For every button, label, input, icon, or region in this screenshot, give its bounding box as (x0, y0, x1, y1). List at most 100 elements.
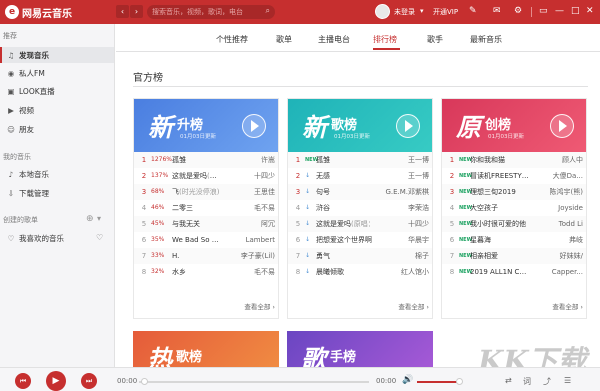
chart-banner[interactable]: 新升榜 01月03日更新 (134, 99, 278, 152)
artist-name[interactable]: 毛不易 (225, 264, 275, 280)
see-all-link[interactable]: 查看全部 › (398, 301, 429, 311)
login-dropdown-icon[interactable]: ▾ (420, 7, 424, 15)
next-track-button[interactable]: ⏭ (81, 373, 97, 389)
table-row[interactable]: 4 ↓ 浒谷 李荣浩 (288, 200, 432, 216)
sidebar-item-friends[interactable]: ☺ 朋友 (0, 121, 114, 137)
song-title[interactable]: 理想三旬2019 (470, 184, 530, 200)
artist-name[interactable]: 王一博 (379, 168, 429, 184)
table-row[interactable]: 7 NEW 相亲相爱 好妹妹/ (442, 248, 586, 264)
table-row[interactable]: 1 NEW 孤雏 王一博 (288, 152, 432, 168)
play-mode-icon[interactable]: ⇄ (505, 376, 512, 385)
table-row[interactable]: 2 NEW 冒读机FREESTYLE 大傻Da... (442, 168, 586, 184)
table-row[interactable]: 3 NEW 理想三旬2019 陈鸿宇(熊) (442, 184, 586, 200)
volume-handle[interactable] (456, 378, 463, 385)
song-title[interactable]: 孤雏 (172, 152, 222, 168)
back-button[interactable]: ‹ (116, 5, 129, 18)
heartbeat-mode-icon[interactable]: ♡ (96, 233, 103, 242)
song-title[interactable]: 这就是爱吗(原唱：林俊 (172, 168, 222, 184)
song-title[interactable]: We Bad So high (172, 232, 222, 248)
artist-name[interactable]: Joyside (533, 200, 583, 216)
forward-button[interactable]: › (130, 5, 143, 18)
song-title[interactable]: 飞(时光没停浪) (172, 184, 222, 200)
artist-name[interactable]: 弗岐 (533, 232, 583, 248)
previous-track-button[interactable]: ⏮ (15, 373, 31, 389)
table-row[interactable]: 6 ↓ 把想爱这个世界啊 华晨宇 (288, 232, 432, 248)
song-title[interactable]: 冒读机FREESTYLE (470, 168, 530, 184)
table-row[interactable]: 8 ↓ 晨曦倾歌 红人馆小 (288, 264, 432, 280)
playlist-icon[interactable]: ☰ (564, 376, 571, 385)
see-all-link[interactable]: 查看全部 › (552, 301, 583, 311)
table-row[interactable]: 1 1276% 孤雏 许嵩 (134, 152, 278, 168)
song-title[interactable]: 二零三 (172, 200, 222, 216)
table-row[interactable]: 2 137%这就是爱吗(原唱：林俊十四少 (134, 168, 278, 184)
table-row[interactable]: 5 NEW 我小时很可爱的他 Todd Li (442, 216, 586, 232)
artist-name[interactable]: 好妹妹/ (533, 248, 583, 264)
mail-icon[interactable]: ✉ (493, 5, 501, 18)
artist-name[interactable]: Capper... (533, 264, 583, 280)
artist-name[interactable]: 李荣浩 (379, 200, 429, 216)
table-row[interactable]: 7 ↓ 勇气 棉子 (288, 248, 432, 264)
song-title[interactable]: 勇气 (316, 248, 376, 264)
share-icon[interactable]: ⤴ (543, 376, 551, 387)
artist-name[interactable]: 华晨宇 (379, 232, 429, 248)
search-input[interactable] (152, 8, 260, 16)
table-row[interactable]: 3 ↓ 句号 G.E.M.邓紫棋 (288, 184, 432, 200)
table-row[interactable]: 7 33% H. 李子豪(Lil) (134, 248, 278, 264)
play-button[interactable]: ▶ (46, 371, 66, 391)
artist-name[interactable]: 十四少 (225, 168, 275, 184)
artist-name[interactable]: 许嵩 (225, 152, 275, 168)
song-title[interactable]: H. (172, 248, 222, 264)
song-title[interactable]: 与我无关 (172, 216, 222, 232)
tab-playlists[interactable]: 歌单 (276, 34, 292, 45)
artist-name[interactable]: 红人馆小 (379, 264, 429, 280)
song-title[interactable]: 晨曦倾歌 (316, 264, 376, 280)
add-playlist-icon[interactable]: ⊕ (86, 214, 94, 224)
sidebar-item-live[interactable]: ▣ LOOK直播 (0, 83, 114, 99)
song-title[interactable]: 水乡 (172, 264, 222, 280)
minimize-icon[interactable]: — (555, 5, 564, 18)
song-title[interactable]: 孤雏 (316, 152, 376, 168)
sidebar-item-discover[interactable]: ♫ 发现音乐 (0, 47, 114, 63)
artist-name[interactable]: Lambert (225, 232, 275, 248)
table-row[interactable]: 1 NEW 你和我和猫 顾人中 (442, 152, 586, 168)
table-row[interactable]: 6 35% We Bad So high Lambert (134, 232, 278, 248)
chart-card-partial[interactable]: 热歌榜 (133, 331, 279, 367)
progress-bar[interactable] (139, 381, 369, 383)
lyrics-icon[interactable]: 词 (523, 376, 531, 387)
mini-mode-icon[interactable]: ▭ (539, 5, 548, 18)
table-row[interactable]: 8 32% 水乡 毛不易 (134, 264, 278, 280)
tab-new-music[interactable]: 最新音乐 (470, 34, 502, 45)
song-title[interactable]: 你和我和猫 (470, 152, 530, 168)
progress-handle[interactable] (141, 378, 148, 385)
song-title[interactable]: 浒谷 (316, 200, 376, 216)
gear-icon[interactable]: ⚙ (514, 5, 522, 18)
table-row[interactable]: 6 NEW 星暮海 弗岐 (442, 232, 586, 248)
search-box[interactable]: ⌕ (147, 5, 275, 19)
see-all-link[interactable]: 查看全部 › (244, 301, 275, 311)
sidebar-item-video[interactable]: ▶ 视频 (0, 102, 114, 118)
tab-radio[interactable]: 主播电台 (318, 34, 350, 45)
vip-button[interactable]: 开通VIP (433, 7, 458, 17)
song-title[interactable]: 无感 (316, 168, 376, 184)
sidebar-item-fm[interactable]: ◉ 私人FM (0, 65, 114, 81)
login-link[interactable]: 未登录 (394, 7, 415, 17)
artist-name[interactable]: 王一博 (379, 152, 429, 168)
table-row[interactable]: 2 ↓ 无感 王一博 (288, 168, 432, 184)
artist-name[interactable]: 陈鸿宇(熊) (533, 184, 583, 200)
song-title[interactable]: 星暮海 (470, 232, 530, 248)
table-row[interactable]: 5 ↓ 这就是爱吗(原唱： 十四少 (288, 216, 432, 232)
artist-name[interactable]: 棉子 (379, 248, 429, 264)
table-row[interactable]: 4 NEW 大空孩子 Joyside (442, 200, 586, 216)
artist-name[interactable]: 大傻Da... (533, 168, 583, 184)
collapse-playlists-icon[interactable]: ▾ (97, 214, 101, 223)
tab-charts[interactable]: 排行榜 (373, 34, 397, 45)
table-row[interactable]: 5 45% 与我无关 阿冗 (134, 216, 278, 232)
avatar[interactable] (375, 4, 390, 19)
maximize-icon[interactable]: □ (571, 5, 580, 18)
table-row[interactable]: 3 68% 飞(时光没停浪) 王思佳 (134, 184, 278, 200)
artist-name[interactable]: 十四少 (379, 216, 429, 232)
shirt-icon[interactable]: ✎ (469, 5, 477, 18)
table-row[interactable]: 8NEW2019 ALL1N CYPHERCapper... (442, 264, 586, 280)
song-title[interactable]: 句号 (316, 184, 376, 200)
chart-card-partial[interactable]: 歌手榜 (287, 331, 433, 367)
